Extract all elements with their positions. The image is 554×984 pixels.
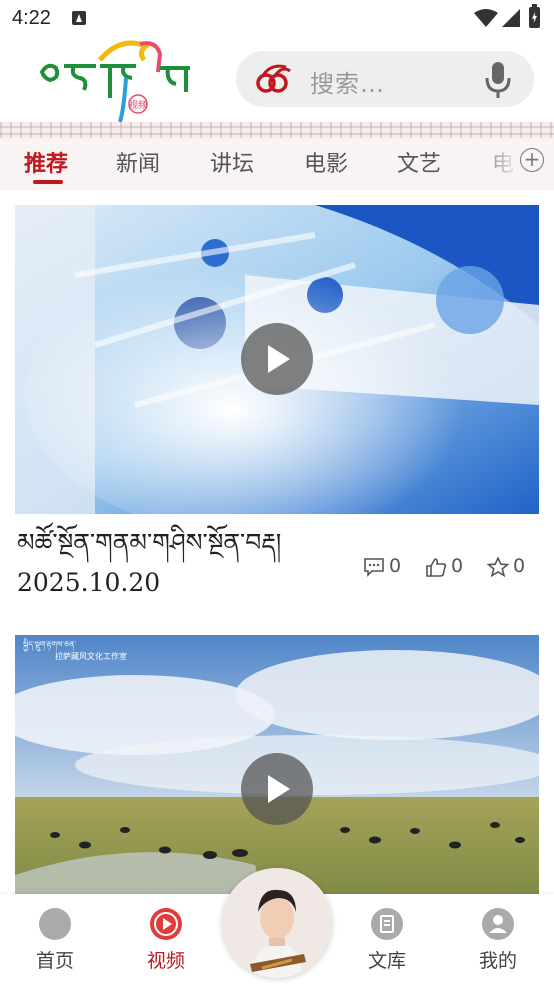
video-thumbnail[interactable]: སྐྱིད་སྡུག་རྟགས་ཅན་ 拉萨藏风文化工作室 bbox=[15, 635, 539, 894]
tab-arts[interactable]: 文艺 bbox=[397, 146, 441, 178]
like-count-value: 0 bbox=[451, 555, 464, 577]
play-button-icon[interactable] bbox=[241, 323, 313, 395]
library-icon bbox=[371, 908, 403, 940]
tabs-fade bbox=[470, 138, 520, 190]
avatar bbox=[222, 868, 332, 978]
star-icon bbox=[487, 557, 509, 577]
search-bar[interactable]: 搜索… bbox=[236, 51, 534, 107]
play-button-icon[interactable] bbox=[241, 753, 313, 825]
add-tab-icon[interactable]: + bbox=[520, 148, 544, 172]
video-play-icon bbox=[150, 908, 182, 940]
app-header: 视频 搜索… bbox=[0, 36, 554, 124]
favorite-count-value: 0 bbox=[513, 555, 526, 577]
home-icon bbox=[39, 908, 71, 940]
nav-profile-label: 我的 bbox=[478, 950, 517, 972]
active-tab-indicator bbox=[33, 180, 63, 184]
microphone-icon[interactable] bbox=[484, 61, 512, 99]
search-input[interactable]: 搜索… bbox=[310, 64, 385, 99]
category-tabs: 推荐 新闻 讲坛 电影 文艺 电 + bbox=[0, 138, 554, 190]
brand-swirl-icon bbox=[256, 64, 291, 93]
thumbs-up-icon bbox=[426, 558, 447, 577]
tab-movies[interactable]: 电影 bbox=[304, 146, 348, 178]
wifi-icon bbox=[474, 9, 498, 27]
video-overlay-text: 拉萨藏风文化工作室 bbox=[55, 651, 127, 661]
status-bar: 4:22 bbox=[0, 0, 554, 36]
nav-profile[interactable]: 我的 bbox=[463, 908, 533, 973]
video-card[interactable]: མཚོ་སྔོན་གནམ་གཤིས་སྔོན་བརྡ། 2025.10.20 0… bbox=[15, 205, 539, 605]
profile-icon bbox=[482, 908, 514, 940]
center-featured-avatar-button[interactable] bbox=[222, 868, 332, 978]
comment-count-value: 0 bbox=[389, 555, 402, 577]
tab-recommend[interactable]: 推荐 bbox=[24, 146, 68, 178]
nav-library-label: 文库 bbox=[367, 950, 406, 972]
nav-home[interactable]: 首页 bbox=[20, 908, 90, 973]
app-logo[interactable]: 视频 bbox=[40, 38, 200, 124]
video-card[interactable]: སྐྱིད་སྡུག་རྟགས་ཅན་ 拉萨藏风文化工作室 bbox=[15, 635, 539, 894]
comment-icon bbox=[364, 558, 384, 577]
nav-video-label: 视频 bbox=[146, 950, 185, 972]
nav-video[interactable]: 视频 bbox=[131, 908, 201, 973]
battery-icon bbox=[529, 4, 540, 28]
tab-news[interactable]: 新闻 bbox=[116, 146, 160, 178]
tab-lecture[interactable]: 讲坛 bbox=[210, 146, 254, 178]
video-thumbnail[interactable] bbox=[15, 205, 539, 514]
status-time: 4:22 bbox=[12, 7, 51, 29]
app-notification-icon bbox=[72, 11, 86, 25]
logo-badge-text: 视频 bbox=[129, 99, 147, 111]
nav-library[interactable]: 文库 bbox=[352, 908, 422, 973]
nav-home-label: 首页 bbox=[35, 950, 74, 972]
video-title[interactable]: མཚོ་སྔོན་གནམ་གཤིས་སྔོན་བརྡ། 2025.10.20 bbox=[17, 523, 327, 603]
signal-icon bbox=[502, 9, 520, 27]
